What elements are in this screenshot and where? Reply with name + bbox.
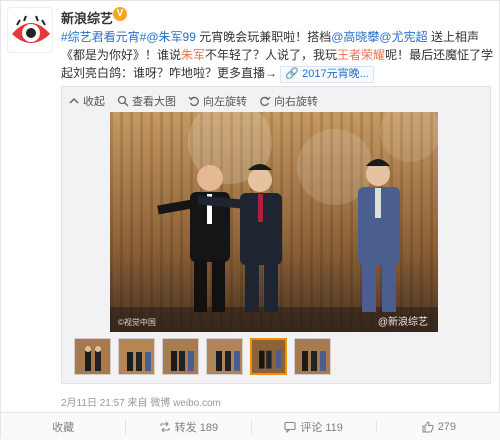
mention-link[interactable]: @高晓攀 [331,30,379,44]
repost-label: 转发 189 [174,421,219,434]
rotate-left-icon [188,96,199,107]
watermark-left: ©视觉中国 [118,318,156,327]
magnifier-icon [117,95,129,107]
main-photo[interactable]: ©视觉中国 @新浪综艺 [110,112,438,332]
collapse-icon [69,97,79,104]
view-large-label: 查看大图 [132,96,176,108]
rotate-right-label: 向右旋转 [274,96,318,108]
collect-button[interactable]: 收藏 [1,419,125,435]
link-icon: 🔗 [285,68,300,80]
short-link-label: 2017元宵晚... [302,68,369,80]
short-link[interactable]: 🔗 2017元宵晚... [280,66,374,83]
thumbnail[interactable] [162,338,199,375]
account-name[interactable]: 新浪综艺 [61,8,113,27]
collapse-label: 收起 [83,96,105,108]
thumbnail[interactable] [294,338,331,375]
post-text: #综艺君看元宵#@朱军99 元宵晚会玩兼职啦！搭档@高晓攀@尤宪超 送上相声《都… [61,28,495,83]
repost-icon [160,421,170,432]
thumbnail-image [163,339,198,374]
media-box: 收起 查看大图 向左旋转 向右旋转 ©视觉中国 @新浪综艺 [61,86,491,384]
rotate-left-label: 向左旋转 [203,96,247,108]
thumbnail[interactable] [118,338,155,375]
comment-button[interactable]: 评论 119 [250,418,376,435]
thumbnail-image [119,339,154,374]
source-prefix: 来自 [127,398,148,409]
collect-label: 收藏 [52,421,75,434]
rotate-right-icon [260,96,271,107]
rotate-right-button[interactable]: 向右旋转 [259,93,318,109]
thumbnail-image [75,339,110,374]
verified-badge: V [113,7,127,21]
action-bar: 收藏 转发 189 评论 119 279 [1,412,500,440]
thumbs-up-icon [422,420,434,432]
repost-button[interactable]: 转发 189 [125,418,250,435]
avatar[interactable] [7,7,53,53]
timestamp[interactable]: 2月11日 21:57 [61,398,125,409]
comment-label: 评论 119 [300,421,343,434]
thumbnail[interactable] [74,338,111,375]
weibo-card: 新浪综艺 V #综艺君看元宵#@朱军99 元宵晚会玩兼职啦！搭档@高晓攀@尤宪超… [0,0,500,440]
thumbnail[interactable] [206,338,243,375]
post-text-segment: 元宵晚会玩兼职啦！搭档 [195,30,332,44]
watermark-right: @新浪综艺 [377,317,428,328]
hashtag-link[interactable]: #综艺君看元宵# [61,30,146,44]
thumbnail-image [252,340,285,373]
collapse-button[interactable]: 收起 [68,93,105,109]
thumbnail-image [295,339,330,374]
mention-link[interactable]: @尤宪超 [379,30,427,44]
source-link[interactable]: 微博 weibo.com [150,398,221,409]
thumbnail-image [207,339,242,374]
comment-icon [284,421,296,433]
like-button[interactable]: 279 [375,420,500,433]
post-text-segment: 不年轻了？人说了，我玩 [205,48,338,62]
highlight-text: 王者荣耀 [337,48,386,62]
view-large-button[interactable]: 查看大图 [117,93,176,109]
like-count: 279 [437,420,457,433]
post-meta: 2月11日 21:57 来自 微博 weibo.com [61,394,221,409]
media-toolbar: 收起 查看大图 向左旋转 向右旋转 [68,93,318,109]
stage-photo [110,112,438,332]
rotate-left-button[interactable]: 向左旋转 [188,93,247,109]
mention-link[interactable]: @朱军99 [146,30,196,44]
thumbnail-active[interactable] [250,338,287,375]
thumbnail-strip [74,338,331,375]
highlight-text: 朱军 [181,48,206,62]
eye-logo-icon [12,15,50,43]
